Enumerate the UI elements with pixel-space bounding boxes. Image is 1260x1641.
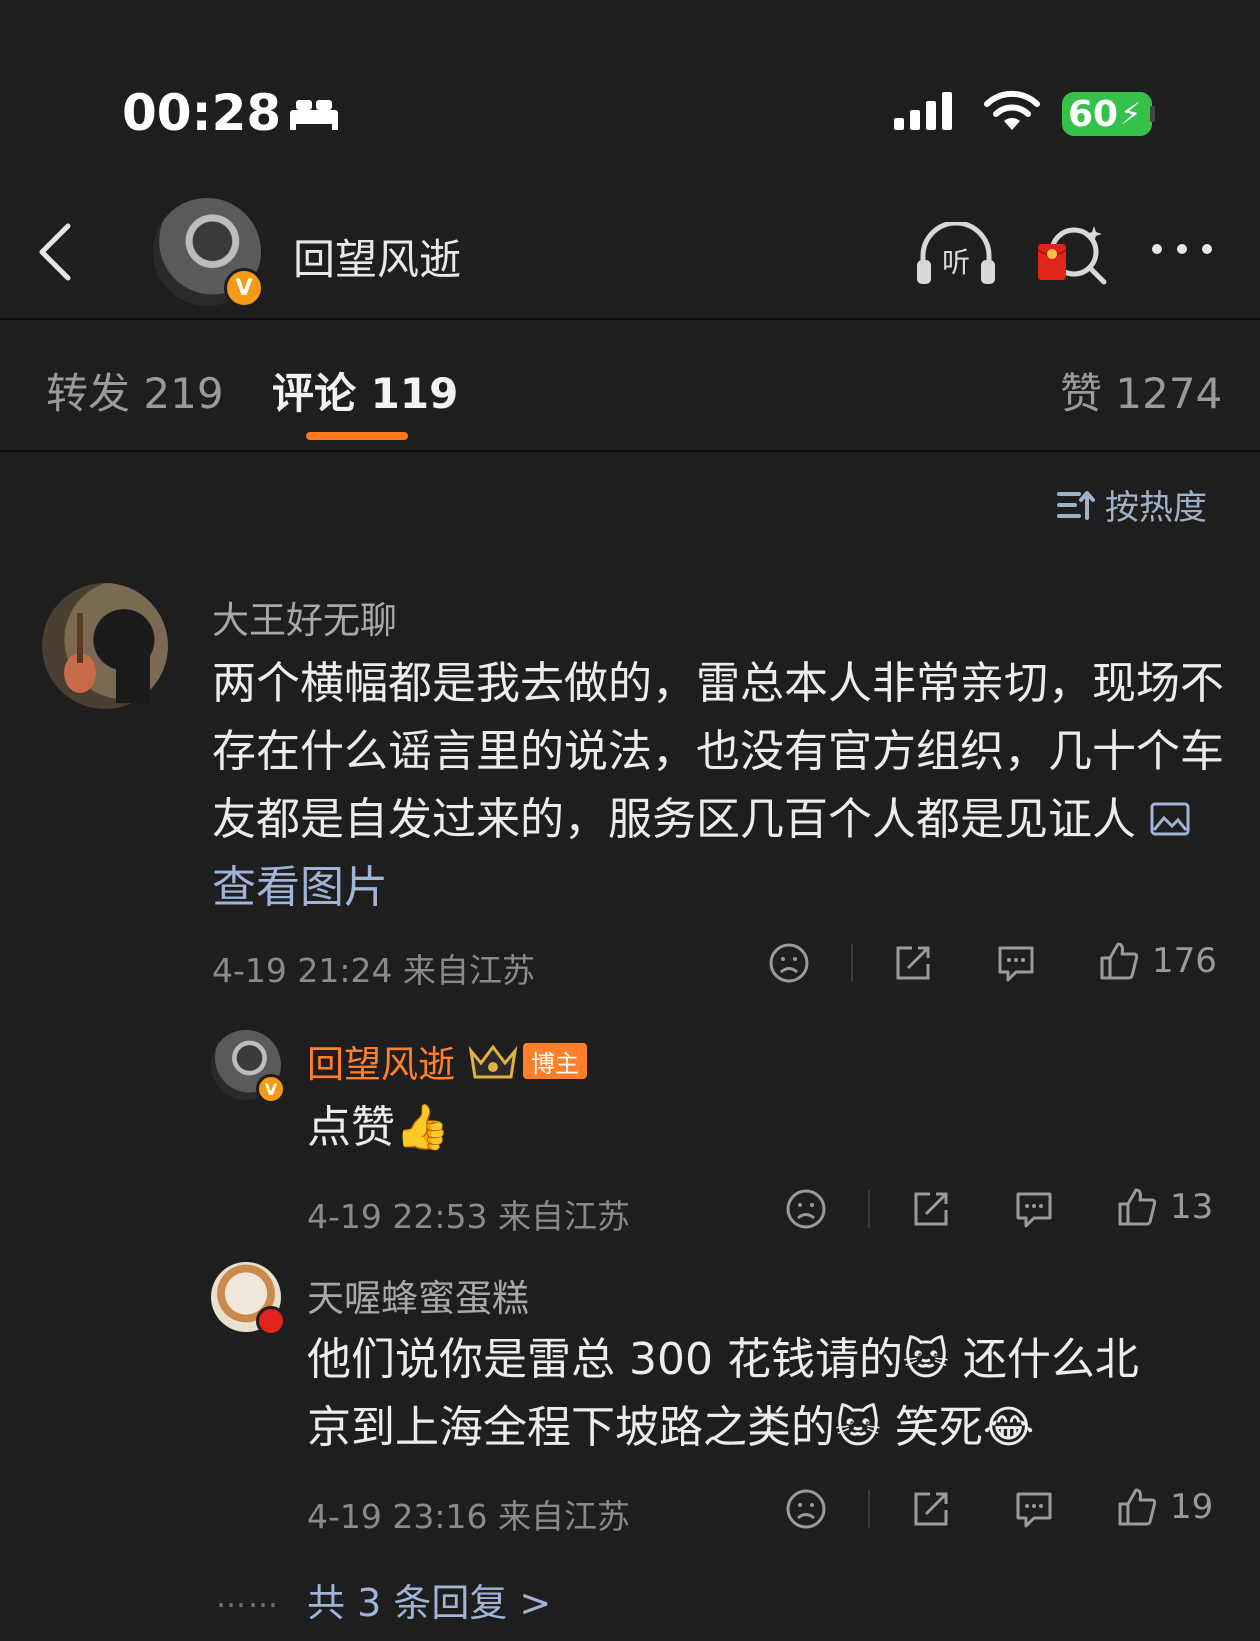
like-count: 176 [1152, 941, 1217, 981]
comment-time: 4-19 21:24 [212, 951, 393, 990]
sleep-mode-icon [290, 100, 338, 130]
battery-indicator: 60 ⚡ [1062, 92, 1152, 136]
reply-meta: 4-19 23:16 来自江苏 [307, 1490, 630, 1538]
reply-body-part: 京到上海全程下坡路之类的 [307, 1402, 835, 1453]
reply-text-owner: 点赞👍 [307, 1094, 450, 1162]
reply-text-user: 他们说你是雷总 300 花钱请的🐱 还什么北 京到上海全程下坡路之类的🐱 笑死😂 [307, 1326, 1227, 1462]
more-replies-dots: …… [216, 1580, 280, 1615]
view-image-label: 查看图片 [212, 862, 388, 913]
dislike-icon[interactable] [768, 942, 810, 984]
share-icon[interactable] [892, 942, 934, 984]
listen-headphones-icon[interactable]: 听 [915, 222, 997, 286]
cellular-signal-icon [894, 92, 952, 130]
header-divider [0, 318, 1260, 320]
like-button[interactable]: 19 [1116, 1486, 1213, 1528]
reply-owner-header: 回望风逝 博主 [307, 1034, 587, 1088]
thumbs-up-icon [1100, 942, 1139, 980]
action-separator [868, 1490, 870, 1528]
tab-reposts-label: 转发 [46, 369, 131, 418]
reply-body-part: 笑死 [894, 1402, 983, 1453]
wifi-icon [984, 90, 1040, 130]
reply-body-part: 他们说你是雷总 300 花钱请的 [307, 1334, 903, 1385]
red-packet-search-icon[interactable] [1034, 220, 1108, 286]
reply-time: 4-19 22:53 [307, 1197, 488, 1236]
dislike-icon[interactable] [785, 1188, 827, 1230]
more-options-icon[interactable] [1150, 242, 1214, 256]
commenter-avatar[interactable] [42, 583, 168, 709]
like-button[interactable]: 13 [1116, 1186, 1213, 1228]
comment-body: 两个横幅都是我去做的，雷总本人非常亲切，现场不存在什么谣言里的说法，也没有官方组… [212, 658, 1224, 845]
reply-username[interactable]: 回望风逝 [307, 1034, 455, 1088]
owner-badge: 博主 [523, 1043, 587, 1079]
sort-by-hot-button[interactable]: 按热度 [1057, 480, 1207, 529]
charging-bolt-icon: ⚡ [1120, 96, 1142, 132]
thumbs-up-emoji: 👍 [395, 1102, 450, 1153]
reply-location: 来自江苏 [498, 1497, 630, 1536]
tab-comments-label: 评论 [272, 369, 357, 418]
crown-icon [468, 1044, 518, 1079]
verified-badge-icon: V [256, 1074, 286, 1104]
comment-text: 两个横幅都是我去做的，雷总本人非常亲切，现场不存在什么谣言里的说法，也没有官方组… [212, 650, 1224, 922]
battery-cap [1150, 106, 1155, 122]
comment-location: 来自江苏 [403, 951, 535, 990]
tab-reposts-count: 219 [143, 369, 224, 418]
tab-likes-label: 赞 [1060, 369, 1103, 418]
thumbs-up-icon [1118, 1188, 1157, 1226]
tab-comments-count: 119 [370, 369, 459, 418]
comment-meta: 4-19 21:24 来自江苏 [212, 944, 535, 992]
share-icon[interactable] [910, 1188, 952, 1230]
sort-icon [1057, 490, 1095, 520]
reply-icon[interactable] [994, 942, 1038, 984]
reply-body-part: 还什么北 [962, 1334, 1139, 1385]
member-badge-icon [256, 1306, 286, 1336]
comment-username[interactable]: 大王好无聊 [212, 590, 397, 644]
tab-likes-count: 1274 [1115, 369, 1223, 418]
tab-likes[interactable]: 赞 1274 [1060, 360, 1222, 421]
reply-body: 点赞 [307, 1102, 395, 1153]
reply-time: 4-19 23:16 [307, 1497, 488, 1536]
reply-username[interactable]: 天喔蜂蜜蛋糕 [307, 1268, 529, 1322]
tab-reposts[interactable]: 转发 219 [46, 360, 224, 421]
action-separator [868, 1190, 870, 1228]
battery-level: 60 [1068, 93, 1119, 135]
reply-icon[interactable] [1012, 1188, 1056, 1230]
like-count: 13 [1170, 1187, 1214, 1227]
thumbs-up-icon [1118, 1488, 1157, 1526]
header-title[interactable]: 回望风逝 [293, 226, 461, 287]
active-tab-indicator [306, 432, 408, 440]
image-icon [1150, 802, 1190, 836]
cat-emoji: 🐱 [902, 1334, 949, 1385]
verified-badge-icon: V [224, 268, 264, 308]
status-time: 00:28 [122, 84, 282, 142]
dislike-icon[interactable] [785, 1488, 827, 1530]
cat-emoji: 🐱 [835, 1402, 881, 1453]
like-button[interactable]: 176 [1098, 940, 1217, 982]
reply-meta: 4-19 22:53 来自江苏 [307, 1190, 630, 1238]
view-all-replies-link[interactable]: 共 3 条回复 > [307, 1572, 551, 1627]
guitar-icon [64, 613, 150, 703]
sort-label: 按热度 [1105, 488, 1207, 528]
tab-comments[interactable]: 评论 119 [272, 360, 458, 421]
share-icon[interactable] [910, 1488, 952, 1530]
svg-text:听: 听 [942, 246, 970, 279]
action-separator [851, 944, 853, 982]
reply-icon[interactable] [1012, 1488, 1056, 1530]
tabs-divider [0, 450, 1260, 452]
reply-location: 来自江苏 [498, 1197, 630, 1236]
laughing-emoji: 😂 [982, 1402, 1035, 1453]
back-arrow-icon[interactable] [34, 222, 74, 282]
like-count: 19 [1170, 1487, 1214, 1527]
